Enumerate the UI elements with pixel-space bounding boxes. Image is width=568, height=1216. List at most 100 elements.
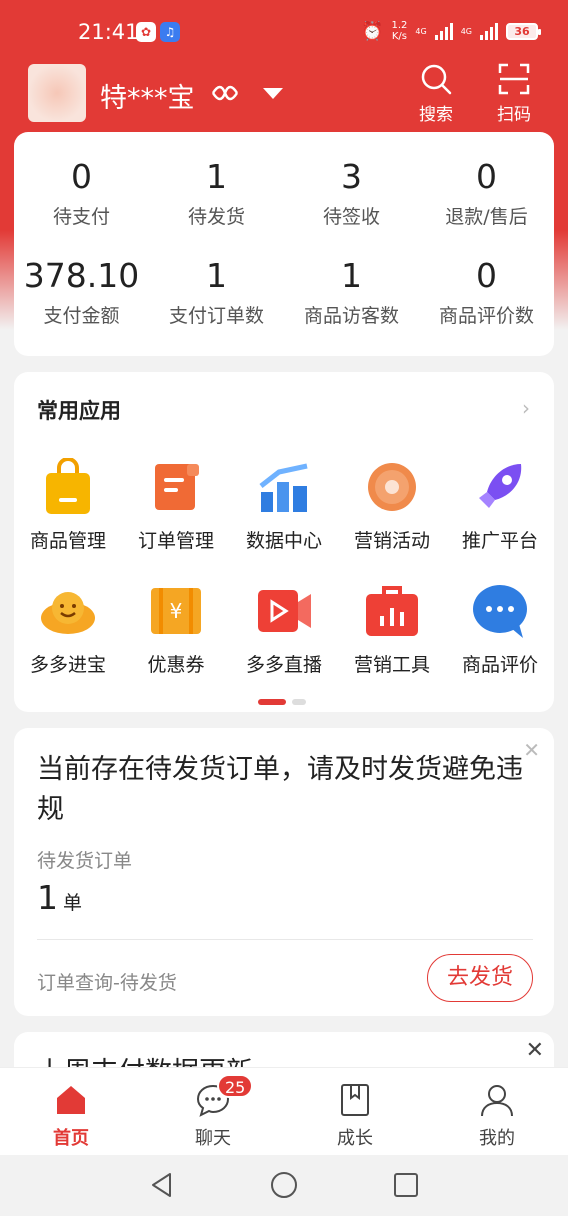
user-icon	[479, 1082, 515, 1118]
app-label: 订单管理	[137, 530, 214, 552]
notice-unit: 单	[63, 892, 83, 914]
nav-label: 我的	[479, 1128, 515, 1149]
app-label: 营销工具	[353, 654, 430, 676]
stats-card: 0 待支付 1 待发货 3 待签收 0 退款/售后 378.10 支付金额 1 …	[14, 132, 554, 356]
nav-label: 成长	[337, 1128, 373, 1149]
home-circle-icon[interactable]	[270, 1171, 298, 1199]
ingot-icon	[39, 582, 97, 640]
stat-value: 3	[341, 157, 362, 196]
app-marketing-tools[interactable]: 营销工具	[338, 582, 446, 677]
store-level-icon	[210, 82, 240, 104]
chat-icon: 25	[195, 1074, 254, 1118]
home-icon	[53, 1082, 89, 1118]
data-chart-icon	[255, 458, 313, 516]
nav-growth[interactable]: 成长	[315, 1082, 395, 1150]
svg-text:¥: ¥	[170, 599, 183, 623]
stat-value: 0	[71, 157, 92, 196]
app-product-reviews[interactable]: 商品评价	[446, 582, 554, 677]
app-label: 营销活动	[353, 530, 430, 552]
app-promotion-platform[interactable]: 推广平台	[446, 458, 554, 553]
app-label: 数据中心	[245, 530, 322, 552]
app-label: 多多直播	[245, 654, 322, 676]
stat-value: 0	[476, 157, 497, 196]
stat-label: 商品评价数	[438, 305, 534, 327]
stat-value: 378.10	[23, 256, 140, 295]
stat-refund-aftersales[interactable]: 0 退款/售后	[419, 158, 554, 229]
chevron-right-icon[interactable]: ›	[522, 396, 530, 420]
pending-shipment-notice-card: 当前存在待发货订单，请及时发货避免违规 ✕ 待发货订单 1 单 订单查询-待发货…	[14, 728, 554, 1016]
app-notification-icon: ✿	[136, 22, 156, 42]
store-switch-caret-icon[interactable]	[263, 88, 283, 99]
search-label: 搜索	[419, 105, 453, 125]
stat-label: 商品访客数	[303, 305, 399, 327]
scan-button[interactable]: 扫码	[485, 62, 543, 125]
app-duoduo-live[interactable]: 多多直播	[230, 582, 338, 677]
app-coupons[interactable]: ¥ 优惠券	[122, 582, 230, 677]
search-icon	[421, 64, 452, 95]
net-speed: 1.2 K/s	[392, 20, 408, 42]
stat-value: 1	[206, 256, 227, 295]
status-bar: 21:41 ✿ ♫ ⏰ 1.2 K/s 4G 4G 36	[0, 0, 568, 64]
store-avatar[interactable]	[28, 64, 86, 122]
nav-chat[interactable]: 25 聊天	[173, 1074, 254, 1150]
toolbox-icon	[363, 582, 421, 640]
stat-value: 1	[341, 256, 362, 295]
search-button[interactable]: 搜索	[407, 62, 465, 125]
stat-label: 待发货	[187, 206, 245, 228]
nav-mine[interactable]: 我的	[457, 1082, 537, 1150]
close-icon[interactable]: ✕	[526, 1038, 544, 1063]
net-speed-unit: K/s	[391, 31, 408, 42]
app-duoduo-jinbao[interactable]: 多多进宝	[14, 582, 122, 677]
app-label: 推广平台	[461, 530, 538, 552]
app-label: 商品管理	[29, 530, 106, 552]
system-nav-bar	[0, 1155, 568, 1216]
rocket-icon	[471, 458, 529, 516]
app-label: 优惠券	[147, 654, 205, 676]
order-scroll-icon	[147, 458, 205, 516]
app-data-center[interactable]: 数据中心	[230, 458, 338, 553]
unread-badge: 25	[217, 1074, 254, 1098]
book-icon	[337, 1082, 373, 1118]
apps-title: 常用应用	[37, 399, 121, 423]
app-product-management[interactable]: 商品管理	[14, 457, 122, 553]
status-time: 21:41	[78, 20, 139, 44]
stat-label: 退款/售后	[445, 206, 528, 228]
recent-apps-icon[interactable]	[392, 1171, 420, 1199]
go-ship-button[interactable]: 去发货	[427, 954, 533, 1002]
close-icon[interactable]: ✕	[523, 738, 540, 762]
stat-label: 支付金额	[43, 305, 120, 327]
store-name[interactable]: 特***宝	[100, 76, 195, 115]
stat-label: 支付订单数	[168, 305, 264, 327]
alarm-icon: ⏰	[361, 20, 384, 42]
scan-icon	[498, 63, 530, 95]
shopping-bag-icon	[39, 457, 97, 516]
signal-icon-2	[480, 22, 498, 40]
stat-paid-orders[interactable]: 1 支付订单数	[149, 257, 284, 328]
app-order-management[interactable]: 订单管理	[122, 458, 230, 553]
stat-product-reviews[interactable]: 0 商品评价数	[419, 257, 554, 328]
app-marketing-activities[interactable]: 营销活动	[338, 458, 446, 553]
nav-label: 首页	[53, 1128, 89, 1149]
notice-subtitle: 待发货订单	[37, 850, 133, 872]
stat-value: 0	[476, 256, 497, 295]
net-speed-value: 1.2	[391, 20, 408, 31]
app-label: 多多进宝	[29, 654, 106, 676]
stat-product-visitors[interactable]: 1 商品访客数	[284, 257, 419, 328]
signal-icon	[434, 22, 453, 40]
nav-home[interactable]: 首页	[31, 1082, 111, 1150]
stat-pending-payment[interactable]: 0 待支付	[14, 158, 149, 229]
page-dot-active	[258, 699, 286, 705]
divider	[37, 939, 533, 940]
order-query-link[interactable]: 订单查询-待发货	[37, 968, 177, 995]
stat-pending-receipt[interactable]: 3 待签收	[284, 158, 419, 229]
stat-label: 待签收	[322, 206, 380, 228]
battery-icon: 36	[506, 22, 541, 40]
scan-label: 扫码	[497, 105, 531, 125]
stat-pending-shipment[interactable]: 1 待发货	[149, 158, 284, 229]
chat-bubble-icon	[471, 582, 529, 640]
stat-label: 待支付	[52, 206, 110, 228]
page-indicator	[258, 699, 306, 705]
stat-payment-amount[interactable]: 378.10 支付金额	[14, 257, 149, 328]
back-icon[interactable]	[148, 1171, 176, 1199]
common-apps-card: 常用应用 › 商品管理 订单管理 数据中心 营销活动 推广平台 多多进宝 ¥ 优…	[14, 372, 554, 712]
